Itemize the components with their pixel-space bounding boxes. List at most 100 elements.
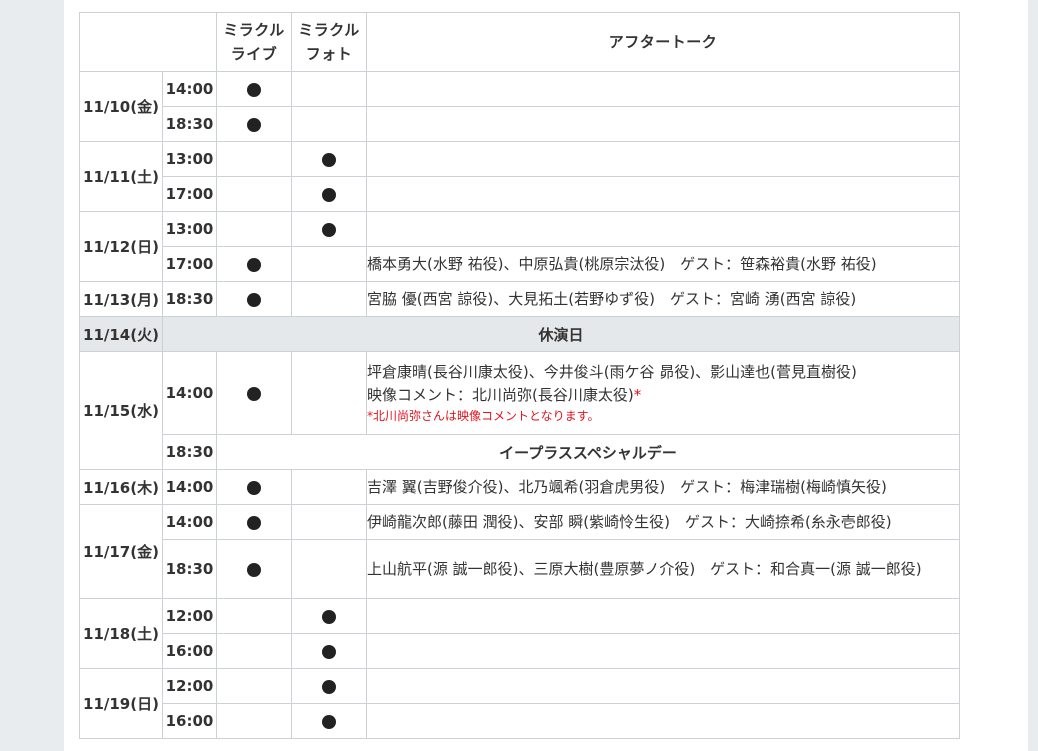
filled-circle-icon [322,679,336,694]
schedule-row: 17:00 橋本勇大(水野 祐役)、中原弘貴(桃原宗汰役) ゲスト：笹森裕貴(水野… [80,246,960,282]
miracle-photo-cell [291,141,367,177]
schedule-row: 17:00 [80,176,960,212]
after-talk-cell: 坪倉康晴(長谷川康太役)、今井俊斗(雨ケ谷 昴役)、影山達也(菅見直樹役) 映像コ… [366,351,960,435]
date-cell: 11/13(月) [79,281,163,317]
after-talk-cell: 吉澤 翼(吉野俊介役)、北乃颯希(羽倉虎男役) ゲスト：梅津瑞樹(梅崎慎矢役) [366,469,960,505]
miracle-live-cell [216,211,292,247]
video-comment-text: 映像コメント：北川尚弥(長谷川康太役) [367,386,634,404]
schedule-row: 18:30 イープラススペシャルデー [80,434,960,470]
header-after-talk: アフタートーク [366,12,960,72]
schedule-table: ミラクル ライブ ミラクル フォト アフタートーク 11/10(金) 14:00 18:… [79,12,960,739]
filled-circle-icon [247,82,261,97]
miracle-photo-cell [291,539,367,599]
miracle-photo-cell [291,504,367,540]
schedule-row: 11/18(土) 12:00 [79,598,960,669]
time-cell: 14:00 [162,504,217,540]
miracle-live-cell [216,469,292,505]
miracle-photo-cell [291,211,367,247]
miracle-live-cell [216,281,292,317]
schedule-row: 11/19(日) 12:00 [79,668,960,739]
after-talk-cell: 伊崎龍次郎(藤田 潤役)、安部 瞬(紫崎怜生役) ゲスト：大崎捺希(糸永壱郎役) [366,504,960,540]
header-empty-cell [79,12,217,72]
miracle-photo-cell [291,469,367,505]
time-cell: 18:30 [162,281,217,317]
time-cell: 14:00 [162,71,217,107]
filled-circle-icon [247,117,261,132]
schedule-row: 11/11(土) 13:00 [79,141,960,212]
miracle-live-cell [216,246,292,282]
after-talk-cell [366,668,960,704]
header-miracle-photo: ミラクル フォト [291,12,367,72]
schedule-row: 18:30 [80,106,960,142]
time-cell: 17:00 [162,176,217,212]
after-talk-cell [366,176,960,212]
schedule-row: 11/16(木) 14:00 吉澤 翼(吉野俊介役)、北乃颯希(羽倉虎男役) ゲスト… [79,469,960,505]
miracle-live-cell [216,598,292,634]
miracle-photo-cell [291,106,367,142]
miracle-photo-cell [291,281,367,317]
asterisk-mark: * [633,386,642,404]
schedule-row: 11/10(金) 14:00 [79,71,960,142]
schedule-row: 16:00 [80,703,960,739]
time-cell: 18:30 [162,106,217,142]
time-cell: 13:00 [162,211,217,247]
filled-circle-icon [322,187,336,202]
date-cell: 11/15(水) [79,351,163,470]
schedule-row: 11/12(日) 13:00 [79,211,960,282]
after-talk-cell: 橋本勇大(水野 祐役)、中原弘貴(桃原宗汰役) ゲスト：笹森裕貴(水野 祐役) [366,246,960,282]
miracle-live-cell [216,106,292,142]
after-talk-cell [366,633,960,669]
miracle-photo-cell [291,668,367,704]
miracle-live-cell [216,504,292,540]
schedule-row: 11/13(月) 18:30 宮脇 優(西宮 諒役)、大見拓土(若野ゆず役) ゲスト… [79,281,960,317]
date-cell: 11/10(金) [79,71,163,142]
date-cell: 11/19(日) [79,668,163,739]
date-cell: 11/16(木) [79,469,163,505]
schedule-row: 11/17(金) 14:00 伊崎龍次郎(藤田 潤役)、安部 瞬(紫崎怜生役) ゲス… [79,504,960,599]
schedule-row: 18:30 上山航平(源 誠一郎役)、三原大樹(豊原夢ノ介役) ゲスト：和合真一(… [80,539,960,599]
after-talk-cell [366,598,960,634]
date-cell: 11/11(土) [79,141,163,212]
miracle-live-cell [216,703,292,739]
time-cell: 14:00 [162,351,217,435]
miracle-live-cell [216,351,292,435]
filled-circle-icon [247,480,261,495]
header-miracle-live: ミラクル ライブ [216,12,292,72]
miracle-live-cell [216,633,292,669]
miracle-photo-cell [291,633,367,669]
date-cell: 11/12(日) [79,211,163,282]
filled-circle-icon [322,644,336,659]
time-cell: 18:30 [162,434,217,470]
filled-circle-icon [322,222,336,237]
date-cell: 11/17(金) [79,504,163,599]
time-cell: 12:00 [162,598,217,634]
filled-circle-icon [247,292,261,307]
miracle-photo-cell [291,246,367,282]
date-cell: 11/14(火) [79,316,163,352]
filled-circle-icon [247,257,261,272]
miracle-photo-cell [291,71,367,107]
after-talk-cast: 坪倉康晴(長谷川康太役)、今井俊斗(雨ケ谷 昴役)、影山達也(菅見直樹役) [367,363,857,381]
time-cell: 17:00 [162,246,217,282]
schedule-row: 16:00 [80,633,960,669]
filled-circle-icon [247,562,261,577]
after-talk-video-comment: 映像コメント：北川尚弥(長谷川康太役)* [367,384,959,407]
miracle-live-cell [216,668,292,704]
filled-circle-icon [322,609,336,624]
after-talk-cell [366,71,960,107]
miracle-live-cell [216,539,292,599]
closed-day-label: 休演日 [162,316,960,352]
after-talk-cell [366,703,960,739]
miracle-photo-cell [291,703,367,739]
after-talk-note: *北川尚弥さんは映像コメントとなります。 [367,409,600,423]
after-talk-cell [366,211,960,247]
time-cell: 16:00 [162,633,217,669]
special-day-label: イープラススペシャルデー [216,434,960,470]
time-cell: 16:00 [162,703,217,739]
schedule-row: 11/15(水) 14:00 坪倉康晴(長谷川康太役)、今井俊斗(雨ケ谷 昴役)、影… [79,351,960,470]
after-talk-cell: 宮脇 優(西宮 諒役)、大見拓土(若野ゆず役) ゲスト：宮崎 湧(西宮 諒役) [366,281,960,317]
header-row: ミラクル ライブ ミラクル フォト アフタートーク [79,12,960,72]
after-talk-cell: 上山航平(源 誠一郎役)、三原大樹(豊原夢ノ介役) ゲスト：和合真一(源 誠一郎… [366,539,960,599]
filled-circle-icon [322,714,336,729]
miracle-photo-cell [291,351,367,435]
